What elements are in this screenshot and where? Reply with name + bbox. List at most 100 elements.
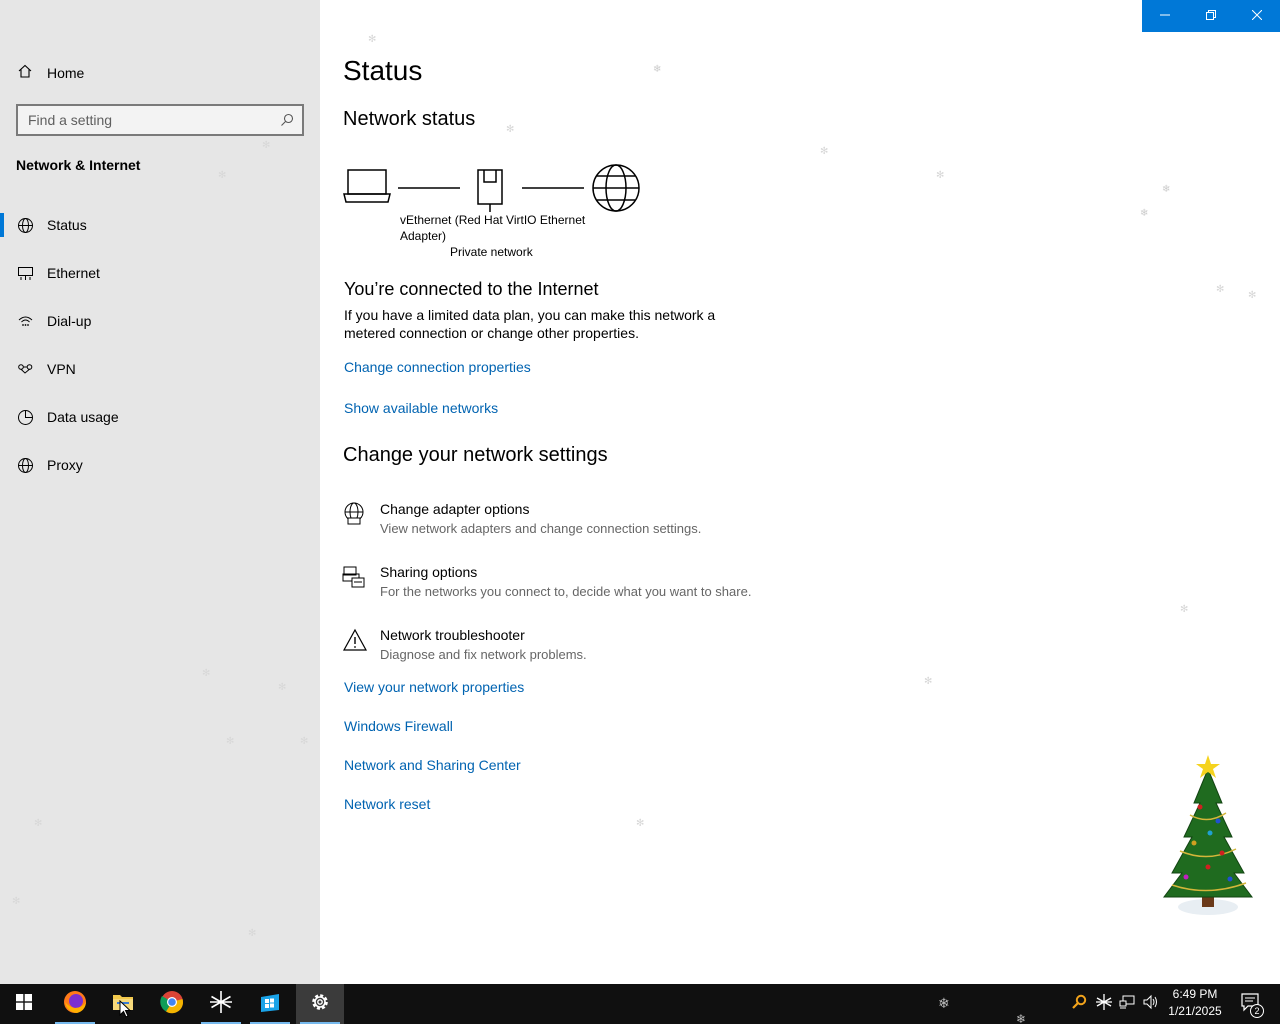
chrome-icon (160, 990, 184, 1019)
sidebar-item-data-usage[interactable]: Data usage (0, 393, 320, 441)
sidebar-item-proxy[interactable]: Proxy (0, 441, 320, 489)
home-icon (17, 63, 33, 84)
network-type: Private network (450, 245, 533, 259)
snowflake-decoration: ✻ (248, 928, 257, 939)
snowflake-decoration: ❄ (1140, 208, 1149, 219)
setting-description: For the networks you connect to, decide … (380, 584, 752, 599)
setting-title: Sharing options (380, 564, 478, 580)
volume-icon (1143, 994, 1159, 1015)
tray-volume[interactable] (1140, 984, 1162, 1024)
change-connection-properties-link[interactable]: Change connection properties (344, 359, 531, 375)
warning-icon (342, 627, 368, 653)
tray-search[interactable] (1068, 984, 1090, 1024)
store-icon (258, 990, 282, 1019)
firefox-icon (63, 990, 87, 1019)
sidebar-item-label: Ethernet (47, 265, 100, 281)
notification-count-badge: 2 (1250, 1004, 1264, 1018)
windows-start-icon (16, 993, 32, 1015)
snowflake-decoration: ✻ (1180, 604, 1189, 615)
sidebar-item-label: Proxy (47, 457, 83, 473)
snowflake-decoration: ❄ (653, 64, 662, 75)
network-sharing-center-link[interactable]: Network and Sharing Center (344, 757, 521, 773)
taskbar-file-explorer[interactable] (99, 984, 147, 1024)
tray-network[interactable] (1116, 984, 1138, 1024)
snowflake-decoration: ✻ (12, 896, 21, 907)
search-input[interactable] (18, 106, 268, 134)
search-icon[interactable] (279, 112, 295, 128)
sidebar-item-vpn[interactable]: VPN (0, 345, 320, 393)
snowflake-decoration: ✻ (820, 146, 829, 157)
snowflake-decoration: ✻ (262, 140, 271, 151)
snowflake-decoration: ✻ (226, 736, 235, 747)
sidebar-item-label: Data usage (47, 409, 119, 425)
snowflake-decoration: ✻ (936, 170, 945, 181)
sharing-printer-icon (342, 564, 368, 590)
christmas-tree-decoration (1163, 755, 1253, 915)
data-usage-icon (16, 408, 34, 426)
network-reset-link[interactable]: Network reset (344, 796, 430, 812)
snowflake-decoration: ✻ (1248, 290, 1257, 301)
snowflake-decoration: ✻ (636, 818, 645, 829)
setting-title: Change adapter options (380, 501, 530, 517)
internet-globe-icon (592, 164, 640, 212)
status-globe-icon (16, 216, 34, 234)
change-adapter-options[interactable]: Change adapter options View network adap… (342, 501, 842, 541)
snowflake-decoration: ❄ (1162, 184, 1171, 195)
network-troubleshooter[interactable]: Network troubleshooter Diagnose and fix … (342, 627, 842, 667)
taskbar-settings[interactable] (296, 984, 344, 1024)
connected-description: If you have a limited data plan, you can… (344, 307, 716, 341)
snowflake-decoration: ❄ (938, 995, 950, 1011)
snowflake-decoration: ✻ (202, 668, 211, 679)
ethernet-icon (16, 264, 34, 282)
taskbar-store[interactable] (246, 984, 294, 1024)
snowflake-decoration: ✻ (924, 676, 933, 687)
settings-gear-icon (309, 991, 331, 1018)
windows-firewall-link[interactable]: Windows Firewall (344, 718, 453, 734)
nav-list: Status Ethernet Dial-up VPN Data usage P… (0, 201, 320, 489)
sharing-options[interactable]: Sharing options For the networks you con… (342, 564, 842, 604)
snowflake-app-icon (209, 990, 233, 1019)
sidebar-item-ethernet[interactable]: Ethernet (0, 249, 320, 297)
snowflake-decoration: ❄ (1016, 1012, 1027, 1024)
dialup-icon (16, 312, 34, 330)
main-content: Status Network status vEthernet (Red Hat… (320, 0, 1280, 984)
start-button[interactable] (0, 984, 48, 1024)
nav-home[interactable]: Home (0, 54, 320, 92)
show-available-networks-link[interactable]: Show available networks (344, 400, 498, 416)
tray-snowflake[interactable] (1093, 984, 1115, 1024)
clock-date: 1/21/2025 (1168, 1004, 1222, 1018)
network-tray-icon (1119, 994, 1135, 1015)
search-magnifier-icon (1071, 994, 1087, 1015)
taskbar-firefox[interactable] (51, 984, 99, 1024)
nav-home-label: Home (47, 65, 85, 81)
view-network-properties-link[interactable]: View your network properties (344, 679, 524, 695)
mouse-cursor-icon (119, 999, 132, 1023)
connected-heading: You’re connected to the Internet (344, 279, 599, 299)
setting-description: Diagnose and fix network problems. (380, 647, 587, 662)
sidebar-item-dialup[interactable]: Dial-up (0, 297, 320, 345)
sidebar-item-label: Status (47, 217, 87, 233)
search-box[interactable] (16, 104, 304, 136)
adapter-name: vEthernet (Red Hat VirtIO Ethernet Adapt… (400, 213, 586, 243)
page-title: Status (343, 55, 423, 86)
action-center-button[interactable]: 2 (1232, 984, 1268, 1024)
sidebar-item-status[interactable]: Status (0, 201, 320, 249)
taskbar-snowflake-app[interactable] (197, 984, 245, 1024)
setting-title: Network troubleshooter (380, 627, 525, 643)
network-status-heading: Network status (343, 108, 476, 130)
section-title: Network & Internet (16, 157, 141, 173)
ethernet-adapter-icon (477, 169, 503, 212)
taskbar-chrome[interactable] (148, 984, 196, 1024)
computer-icon (343, 169, 391, 203)
snowflake-decoration: ✻ (300, 736, 309, 747)
snowflake-tray-icon (1095, 993, 1113, 1016)
change-settings-heading: Change your network settings (343, 444, 608, 466)
setting-description: View network adapters and change connect… (380, 521, 702, 536)
taskbar-clock[interactable]: 6:49 PM 1/21/2025 (1164, 986, 1226, 1020)
snowflake-decoration: ✻ (34, 818, 43, 829)
adapter-globe-icon (342, 501, 368, 527)
sidebar-item-label: Dial-up (47, 313, 92, 329)
snowflake-decoration: ✻ (1216, 284, 1225, 295)
sidebar-item-label: VPN (47, 361, 76, 377)
settings-sidebar: Home Network & Internet Status Ethernet … (0, 0, 320, 984)
